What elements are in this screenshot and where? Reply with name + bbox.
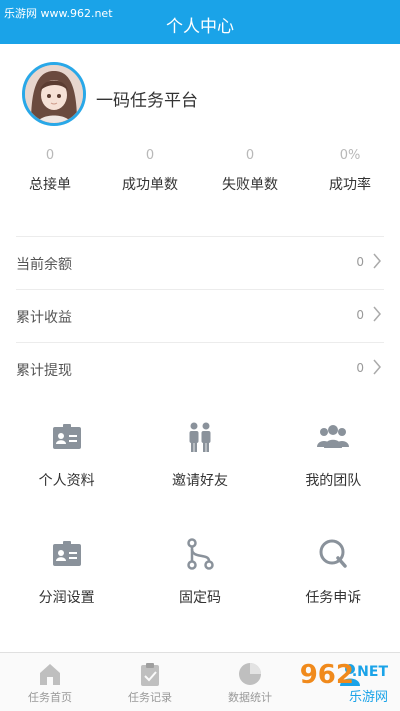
stat-label: 成功率	[329, 177, 371, 193]
pie-chart-icon	[239, 663, 261, 685]
chevron-right-icon	[373, 359, 381, 375]
id-card-icon	[52, 541, 81, 566]
search-q-icon	[319, 539, 348, 568]
stat-value: 0	[45, 148, 55, 163]
grid-label: 我的团队	[305, 473, 362, 489]
profile-section[interactable]: 一码任务平台	[0, 44, 400, 139]
stat-total-orders[interactable]: 0 总接单	[0, 142, 100, 212]
id-card-icon	[52, 424, 81, 449]
people-icon	[189, 422, 211, 452]
avatar[interactable]	[22, 62, 86, 126]
account-list: 当前余额 0 累计收益 0 累计提现 0	[0, 236, 400, 395]
team-icon	[317, 425, 350, 448]
stat-label: 总接单	[29, 177, 71, 193]
home-icon	[40, 664, 60, 685]
grid-label: 个人资料	[38, 473, 95, 489]
header-bar: 乐游网 www.962.net 个人中心	[0, 0, 400, 44]
grid-item-profit-settings[interactable]: 分润设置	[0, 523, 133, 640]
tab-task-records[interactable]: 任务记录	[100, 653, 200, 711]
income-value: 0	[356, 308, 364, 322]
watermark-number: 962	[299, 660, 354, 690]
watermark-suffix: .NET	[351, 664, 388, 680]
clipboard-icon	[141, 663, 159, 686]
stat-label: 成功单数	[122, 177, 178, 193]
cumulative-withdraw-row[interactable]: 累计提现 0	[16, 343, 384, 395]
cumulative-income-row[interactable]: 累计收益 0	[16, 290, 384, 343]
chevron-right-icon	[373, 253, 381, 269]
stat-label: 失败单数	[222, 177, 278, 193]
tab-task-home[interactable]: 任务首页	[0, 653, 100, 711]
withdraw-value: 0	[356, 361, 364, 375]
stat-success-orders[interactable]: 0 成功单数	[100, 142, 200, 212]
balance-row[interactable]: 当前余额 0	[16, 236, 384, 290]
grid-label: 固定码	[178, 590, 221, 606]
stat-value: 0%	[339, 148, 361, 163]
withdraw-label: 累计提现	[16, 363, 72, 379]
grid-label: 邀请好友	[171, 473, 228, 489]
tab-label: 任务记录	[128, 691, 172, 704]
stats-row: 0 总接单 0 成功单数 0 失败单数 0% 成功率	[0, 142, 400, 212]
grid-item-my-team[interactable]: 我的团队	[267, 406, 400, 523]
grid-label: 任务申诉	[305, 590, 362, 606]
page-title: 个人中心	[166, 17, 234, 37]
grid-item-invite-friends[interactable]: 邀请好友	[133, 406, 266, 523]
income-label: 累计收益	[16, 310, 72, 326]
feature-grid: 个人资料 邀请好友 我的团队 分润设置 固定码 任务申诉	[0, 406, 400, 640]
corner-watermark: 962 .NET 乐游网	[274, 660, 394, 705]
stat-failed-orders[interactable]: 0 失败单数	[200, 142, 300, 212]
avatar-image	[25, 65, 83, 123]
profile-name: 一码任务平台	[96, 91, 198, 111]
balance-value: 0	[356, 255, 364, 269]
branch-icon	[187, 538, 214, 570]
grid-item-profile[interactable]: 个人资料	[0, 406, 133, 523]
grid-label: 分润设置	[38, 590, 95, 606]
grid-item-task-appeal[interactable]: 任务申诉	[267, 523, 400, 640]
grid-item-fixed-code[interactable]: 固定码	[133, 523, 266, 640]
watermark-cn: 乐游网	[348, 690, 388, 705]
stat-value: 0	[145, 148, 155, 163]
balance-label: 当前余额	[16, 257, 72, 273]
tab-label: 任务首页	[28, 691, 72, 704]
stat-value: 0	[245, 148, 255, 163]
stat-success-rate[interactable]: 0% 成功率	[300, 142, 400, 212]
chevron-right-icon	[373, 306, 381, 322]
